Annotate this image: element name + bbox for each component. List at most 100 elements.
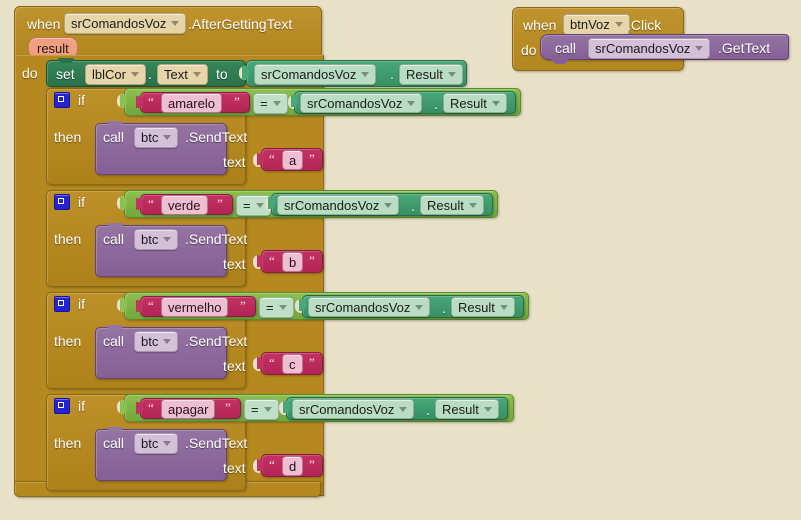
text-arg-value-label-2: b: [289, 254, 297, 270]
text-close-quote-4: ”: [225, 400, 231, 415]
text-value-verde[interactable]: verde: [161, 195, 208, 215]
text-value-vermelho[interactable]: vermelho: [161, 297, 229, 317]
chevron-down-icon: [468, 202, 477, 208]
call-keyword-1: call: [103, 129, 125, 145]
call-component-dropdown-3[interactable]: btc: [134, 331, 179, 352]
call-component-dropdown-2[interactable]: btc: [134, 229, 179, 250]
text-value-apagar[interactable]: apagar: [161, 399, 216, 419]
getter-component-label: srComandosVoz: [261, 67, 357, 82]
mutator-icon-4[interactable]: [54, 398, 70, 414]
chevron-down-icon: [163, 237, 172, 242]
getter-component-dropdown-3[interactable]: srComandosVoz: [308, 297, 431, 317]
chevron-down-icon: [163, 441, 172, 446]
call-method-1: .SendText: [185, 129, 248, 145]
operator-dropdown-3[interactable]: =: [259, 297, 294, 318]
to-keyword: to: [216, 66, 228, 82]
call-component-label-getext: srComandosVoz: [595, 41, 691, 56]
call-component-dropdown-getext[interactable]: srComandosVoz: [588, 38, 711, 59]
setter-component-label: lblCor: [92, 67, 126, 82]
getter-property-label-3: Result: [458, 299, 495, 315]
operator-dropdown-1[interactable]: =: [253, 93, 288, 114]
blocks-canvas[interactable]: when srComandosVoz .AfterGettingText res…: [0, 0, 801, 520]
when-keyword-speech: when: [27, 16, 61, 32]
chevron-down-icon: [415, 304, 424, 310]
getter-dot-1: .: [434, 96, 438, 112]
event-param-result-label: result: [37, 40, 69, 56]
call-top-notch-2: [107, 223, 123, 228]
chevron-down-icon: [171, 21, 180, 26]
chevron-down-icon: [499, 304, 508, 310]
text-arg-value-4[interactable]: d: [282, 456, 304, 476]
text-open-quote-2: “: [148, 196, 154, 211]
getter-component-dropdown[interactable]: srComandosVoz: [254, 64, 377, 85]
chevron-down-icon: [614, 22, 623, 27]
call-top-notch-1: [107, 121, 123, 126]
text-arg-value-1[interactable]: a: [282, 150, 304, 170]
if-keyword-1: if: [78, 92, 85, 108]
set-keyword: set: [56, 66, 75, 82]
setter-top-notch: [58, 58, 74, 63]
chevron-down-icon: [491, 100, 500, 106]
text-close-quote-3: ”: [240, 298, 246, 313]
setter-property-dropdown[interactable]: Text: [157, 64, 208, 85]
mutator-icon-1[interactable]: [54, 92, 70, 108]
event-component-dropdown-speech[interactable]: srComandosVoz: [64, 13, 187, 34]
then-keyword-3: then: [54, 333, 82, 349]
getter-dot-4: .: [426, 402, 430, 418]
getter-dot: .: [390, 66, 394, 82]
chevron-down-icon: [447, 72, 456, 77]
text-arg-close-quote-3: ”: [309, 355, 315, 370]
call-getext-bottom-notch: [552, 59, 568, 64]
operator-label-1: =: [260, 96, 268, 111]
getter-property-dropdown-1[interactable]: Result: [443, 93, 507, 113]
call-arg-label-1: text: [223, 154, 246, 170]
getter-property-dropdown-2[interactable]: Result: [420, 195, 484, 215]
call-method-3: .SendText: [185, 333, 248, 349]
text-value-vermelho-label: vermelho: [168, 299, 222, 315]
chevron-down-icon: [272, 101, 281, 106]
call-keyword-2: call: [103, 231, 125, 247]
mutator-icon-2[interactable]: [54, 194, 70, 210]
chevron-down-icon: [399, 406, 408, 412]
do-keyword-speech: do: [22, 65, 38, 81]
getter-component-dropdown-2[interactable]: srComandosVoz: [277, 195, 400, 215]
call-arg-label-3: text: [223, 358, 246, 374]
call-keyword-getext: call: [555, 40, 577, 56]
event-component-dropdown-button[interactable]: btnVoz: [563, 14, 630, 35]
text-arg-value-label-4: d: [289, 458, 297, 474]
setter-component-dropdown[interactable]: lblCor: [85, 64, 146, 85]
event-name-speech: .AfterGettingText: [188, 16, 293, 32]
text-close-quote-1: ”: [234, 94, 240, 109]
getter-property-label-2: Result: [427, 197, 464, 213]
getter-property-dropdown-4[interactable]: Result: [435, 399, 499, 419]
getter-component-dropdown-1[interactable]: srComandosVoz: [300, 93, 423, 113]
text-arg-close-quote-4: ”: [309, 457, 315, 472]
getter-property-label-1: Result: [450, 95, 487, 111]
getter-component-label-1: srComandosVoz: [307, 95, 403, 111]
getter-property-dropdown[interactable]: Result: [399, 64, 463, 85]
call-top-notch-4: [107, 427, 123, 432]
text-arg-value-2[interactable]: b: [282, 252, 304, 272]
call-component-dropdown-1[interactable]: btc: [134, 127, 179, 148]
text-open-quote-3: “: [148, 298, 154, 313]
text-value-verde-label: verde: [168, 197, 201, 213]
chevron-down-icon: [163, 135, 172, 140]
chevron-down-icon: [384, 202, 393, 208]
text-arg-value-label-3: c: [289, 356, 296, 372]
getter-dot-2: .: [411, 198, 415, 214]
setter-dot: .: [148, 66, 152, 82]
call-component-dropdown-4[interactable]: btc: [134, 433, 179, 454]
getter-component-dropdown-4[interactable]: srComandosVoz: [292, 399, 415, 419]
getter-property-dropdown-3[interactable]: Result: [451, 297, 515, 317]
text-value-amarelo[interactable]: amarelo: [161, 93, 222, 113]
text-arg-value-3[interactable]: c: [282, 354, 303, 374]
chevron-down-icon: [695, 46, 704, 51]
chevron-down-icon: [192, 72, 201, 77]
mutator-icon-3[interactable]: [54, 296, 70, 312]
operator-dropdown-4[interactable]: =: [244, 399, 279, 420]
then-keyword-2: then: [54, 231, 82, 247]
if-keyword-3: if: [78, 296, 85, 312]
text-close-quote-2: ”: [217, 196, 223, 211]
call-arg-label-2: text: [223, 256, 246, 272]
call-method-getext: .GetText: [718, 40, 771, 56]
